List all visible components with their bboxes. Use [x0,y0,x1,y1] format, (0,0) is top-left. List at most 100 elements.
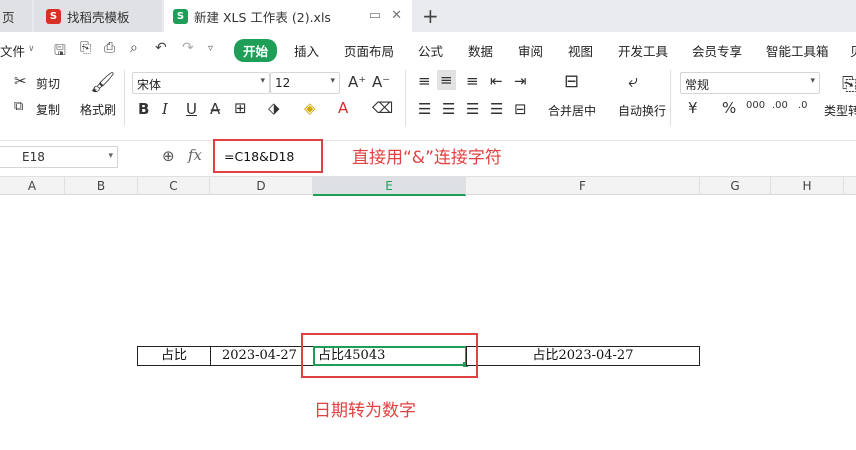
wrap-text-button[interactable]: 自动换行 [618,102,666,119]
tab-insert[interactable]: 插入 [294,41,319,60]
eraser-icon[interactable]: ⌫ [372,99,393,117]
tab-page-layout[interactable]: 页面布局 [344,41,394,60]
redo-icon[interactable]: ↷ [182,40,194,56]
print-preview-icon[interactable]: ⌕ [130,40,138,56]
thousands-icon[interactable]: 000 [746,100,765,111]
tab-partial[interactable]: 页 [0,0,32,32]
merge-center-button[interactable]: 合并居中 [548,102,596,119]
divider [124,70,125,126]
tab-formula[interactable]: 公式 [418,41,443,60]
wrap-text-icon: ⤶ [628,71,639,92]
scissors-icon: ✂ [14,72,27,90]
percent-icon[interactable]: % [722,99,736,117]
column-header-row: A B C D E F G H [0,176,856,196]
font-size-value: 12 [275,76,291,90]
file-menu[interactable]: 文件 [0,41,25,60]
customize-icon[interactable]: ▿ [208,43,213,54]
window-tab-bar: 页 S 找稻壳模板 S 新建 XLS 工作表 (2).xls ▭ ✕ + [0,0,856,32]
type-convert-icon: ⎘ [842,74,856,95]
justify-icon[interactable]: ☰ [490,100,503,118]
tab-data[interactable]: 数据 [468,41,493,60]
name-box[interactable]: E18 ▾ [0,146,118,168]
number-format-select[interactable]: 常规 ▾ [680,72,820,94]
column-header-d[interactable]: D [210,177,313,195]
merge-icon: ⊟ [564,71,580,92]
cell-annotation: 日期转为数字 [314,401,416,421]
export-icon[interactable]: ⎘ [80,40,91,56]
column-header-f[interactable]: F [466,177,700,195]
font-name-value: 宋体 [137,78,162,92]
column-header-e[interactable]: E [313,177,466,196]
close-icon[interactable]: ✕ [391,8,402,23]
tab-member[interactable]: 会员专享 [692,41,742,60]
underline-icon[interactable]: U [186,100,197,118]
copy-button[interactable]: 复制 [36,101,60,118]
print-icon[interactable]: ⎙ [104,40,115,56]
tab-developer[interactable]: 开发工具 [618,41,668,60]
tab-template[interactable]: S 找稻壳模板 [34,0,162,32]
font-size-select[interactable]: 12 ▾ [270,72,340,94]
align-right-icon[interactable]: ☰ [466,100,479,118]
align-left-icon[interactable]: ☰ [418,100,431,118]
column-header-b[interactable]: B [65,177,138,195]
zoom-icon[interactable]: ⊕ [162,147,175,165]
tab-file-label: 新建 XLS 工作表 (2).xls [194,9,331,25]
column-header-a[interactable]: A [0,177,65,195]
type-convert-button[interactable]: 类型转 [824,102,856,119]
align-top-icon[interactable]: ≡ [418,72,431,90]
format-painter-icon: 🖌 [90,70,116,94]
border-icon[interactable]: ⊞ [234,99,247,117]
tab-start[interactable]: 开始 [234,39,278,62]
tab-view[interactable]: 视图 [568,41,593,60]
cell-f18[interactable]: 占比2023-04-27 [466,346,700,366]
spreadsheet-icon: S [173,8,188,24]
chevron-down-icon: ▾ [108,151,113,161]
fx-icon[interactable]: fx [188,146,202,164]
strikethrough-icon[interactable]: A̶ [210,100,220,118]
fill-shape-icon[interactable]: ⬗ [268,99,280,117]
cut-button[interactable]: 剪切 [36,75,60,92]
font-name-select[interactable]: 宋体 ▾ [132,72,270,94]
increase-decimal-icon[interactable]: .00 [772,100,788,111]
indent-increase-icon[interactable]: ⇥ [514,72,527,90]
column-header-h[interactable]: H [771,177,844,195]
cell-d18[interactable]: 2023-04-27 [210,346,314,366]
chevron-down-icon: ▾ [810,76,815,86]
cell-c18[interactable]: 占比 [137,346,211,366]
decrease-font-icon[interactable]: A⁻ [372,73,390,91]
font-color-icon[interactable]: A [338,99,348,117]
restore-icon[interactable]: ▭ [369,8,381,23]
tab-smart-tools[interactable]: 智能工具箱 [766,41,829,60]
increase-font-icon[interactable]: A⁺ [348,73,366,91]
undo-icon[interactable]: ↶ [155,40,167,56]
divider [405,70,406,126]
tab-template-label: 找稻壳模板 [67,9,130,25]
format-painter-button[interactable]: 格式刷 [80,101,116,118]
decrease-decimal-icon[interactable]: .0 [798,100,808,111]
tab-file[interactable]: S 新建 XLS 工作表 (2).xls ▭ ✕ [164,0,412,32]
fill-color-icon[interactable]: ◈ [304,99,316,117]
align-bottom-icon[interactable]: ≡ [466,72,479,90]
cell-highlight-box [301,333,478,378]
ribbon-tabs: 文件 ∨ 🖫 ⎘ ⎙ ⌕ ↶ ↷ ▿ 开始 插入 页面布局 公式 数据 审阅 视… [0,34,856,64]
chevron-down-icon: ▾ [330,76,335,86]
new-tab-button[interactable]: + [422,4,439,28]
tab-review[interactable]: 审阅 [518,41,543,60]
number-format-value: 常规 [685,78,710,92]
distributed-icon[interactable]: ⊟ [514,100,527,118]
tab-more[interactable]: 贝 [850,41,856,60]
indent-decrease-icon[interactable]: ⇤ [490,72,503,90]
column-header-c[interactable]: C [138,177,210,195]
chevron-down-icon: ▾ [260,76,265,86]
italic-icon[interactable]: I [162,100,168,118]
name-box-value: E18 [22,150,45,164]
save-icon[interactable]: 🖫 [54,40,66,64]
chevron-down-icon[interactable]: ∨ [28,44,35,54]
align-middle-icon[interactable]: ≡ [437,70,456,90]
currency-icon[interactable]: ¥ [688,99,698,117]
divider [670,70,671,126]
bold-icon[interactable]: B [138,100,149,118]
tab-partial-label: 页 [2,9,15,25]
align-center-icon[interactable]: ☰ [442,100,455,118]
column-header-g[interactable]: G [700,177,771,195]
